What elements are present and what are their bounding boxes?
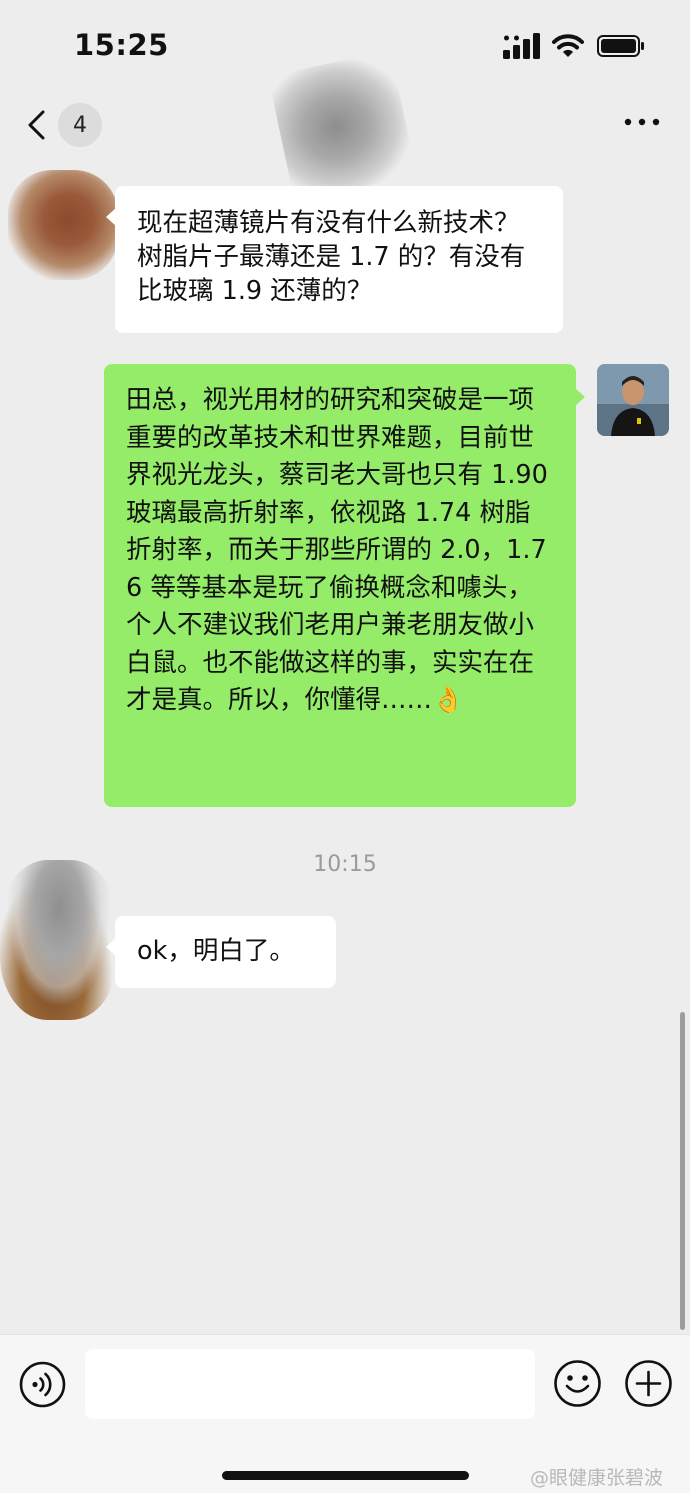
voice-icon[interactable] — [19, 1361, 66, 1408]
contact-avatar[interactable] — [0, 860, 118, 1020]
input-bar: @眼健康张碧波 — [0, 1334, 690, 1493]
contact-avatar[interactable] — [8, 170, 118, 280]
home-indicator[interactable] — [222, 1471, 469, 1480]
back-button[interactable]: 4 — [25, 101, 105, 149]
incoming-message[interactable]: ok，明白了。 — [106, 916, 336, 988]
message-timestamp: 10:15 — [313, 852, 377, 877]
plus-icon[interactable] — [624, 1359, 673, 1408]
emoji-icon[interactable] — [553, 1359, 602, 1408]
status-time: 15:25 — [74, 28, 169, 62]
watermark: @眼健康张碧波 — [530, 1467, 664, 1489]
back-chevron-icon — [28, 110, 45, 140]
redaction-smudge — [268, 50, 417, 202]
user-avatar-photo — [597, 364, 669, 436]
incoming-message[interactable]: 现在超薄镜片有没有什么新技术？树脂片子最薄还是 1.7 的？有没有比玻璃 1.9… — [106, 186, 563, 333]
more-icon[interactable] — [618, 107, 666, 137]
signal-icon — [503, 33, 540, 59]
outgoing-message[interactable]: 田总，视光用材的研究和突破是一项重要的改革技术和世界难题，目前世界视光龙头，蔡司… — [104, 364, 585, 807]
user-avatar[interactable] — [597, 364, 669, 436]
battery-icon — [597, 35, 644, 57]
message-input[interactable] — [85, 1349, 535, 1419]
scrollbar-thumb[interactable] — [680, 1012, 685, 1330]
wifi-icon — [552, 34, 584, 57]
unread-count-badge: 4 — [58, 103, 102, 147]
